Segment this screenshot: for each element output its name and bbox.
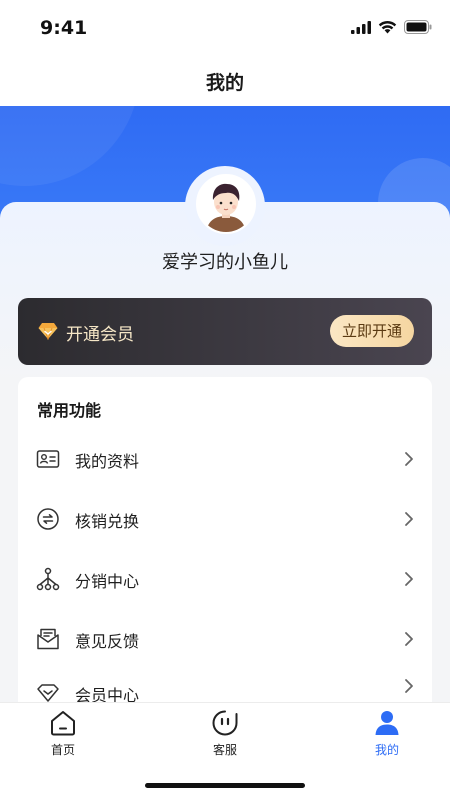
menu-item-label: 分销中心 [75,572,140,591]
menu-item-label: 意见反馈 [75,632,140,651]
home-indicator [145,783,305,788]
page-title: 我的 [205,72,244,94]
menu-item-redeem[interactable]: 核销兑换 [18,489,432,549]
nav-bar: 我的 [0,56,450,106]
status-bar: 9:41 [0,0,450,56]
menu-item-profile[interactable]: 我的资料 [18,429,432,489]
chevron-right-icon [405,572,413,586]
home-icon [51,711,75,736]
chevron-right-icon [405,632,413,646]
signal-icon [351,20,371,34]
open-vip-button[interactable]: 立即开通 [330,315,414,347]
vip-label: 开通会员 [66,325,134,345]
network-icon [36,567,60,591]
menu-item-label: 我的资料 [75,452,140,471]
tab-mine[interactable]: 我的 [347,709,427,758]
tab-label: 首页 [50,743,75,757]
customer-service-icon [212,710,238,736]
tab-label: 我的 [374,743,399,757]
battery-icon [404,20,432,34]
decorative-circle [0,106,140,186]
tab-customer-service[interactable]: 客服 [185,709,265,758]
vip-banner[interactable]: 开通会员 立即开通 [18,298,432,365]
diamond-icon [38,323,58,340]
tab-home[interactable]: 首页 [23,709,103,758]
feedback-icon [37,628,59,650]
section-title: 常用功能 [37,401,102,420]
chevron-right-icon [405,452,413,466]
menu-item-distribution[interactable]: 分销中心 [18,549,432,609]
menu-item-feedback[interactable]: 意见反馈 [18,609,432,669]
tab-label: 客服 [212,743,237,757]
status-time: 9:41 [40,17,88,39]
common-functions-card: 常用功能 我的资料 核销兑换 分销中心 意见反馈 会员中心 [18,377,432,707]
avatar[interactable] [196,174,256,234]
menu-item-label: 核销兑换 [75,512,140,531]
exchange-icon [37,508,59,530]
user-icon [375,711,399,735]
avatar-illustration [198,176,254,232]
chevron-right-icon [405,679,413,693]
wifi-icon [378,20,397,34]
id-card-icon [36,450,60,468]
username: 爱学习的小鱼儿 [162,252,288,273]
chevron-right-icon [405,512,413,526]
status-icons [351,20,432,34]
